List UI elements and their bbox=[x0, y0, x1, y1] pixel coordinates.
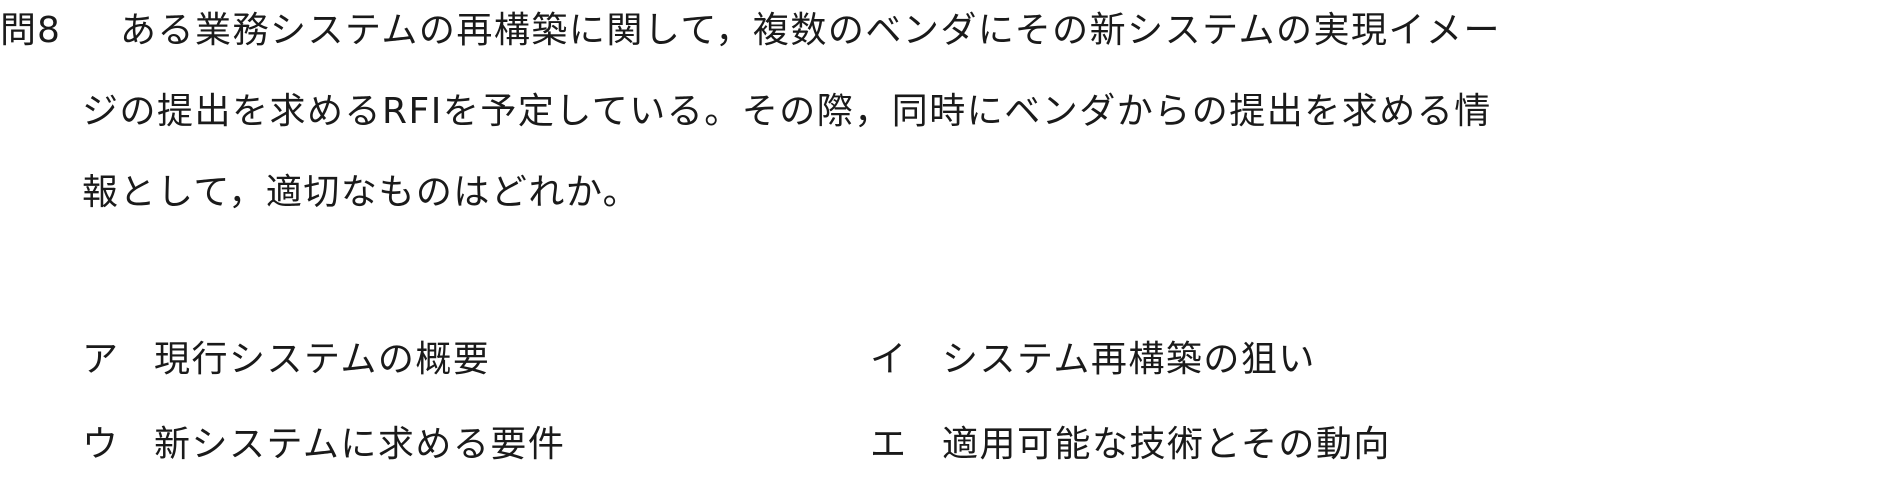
answer-choice-i[interactable]: イシステム再構築の狙い bbox=[870, 335, 1316, 385]
question-number: 問8 bbox=[0, 10, 61, 51]
answer-choice-u[interactable]: ウ新システムに求める要件 bbox=[82, 420, 565, 470]
choice-text-e: 適用可能な技術とその動向 bbox=[942, 424, 1391, 465]
choice-mark-a: ア bbox=[82, 339, 119, 380]
answer-choice-e[interactable]: エ適用可能な技術とその動向 bbox=[870, 420, 1391, 470]
answer-choice-a[interactable]: ア現行システムの概要 bbox=[82, 335, 490, 385]
choice-mark-u: ウ bbox=[82, 424, 119, 465]
question-text-line-1: ある業務システムの再構築に関して，複数のベンダにその新システムの実現イメー bbox=[120, 10, 1502, 51]
choice-text-i: システム再構築の狙い bbox=[942, 339, 1316, 380]
choice-text-u: 新システムに求める要件 bbox=[154, 424, 566, 465]
choice-mark-i: イ bbox=[870, 339, 907, 380]
choice-mark-e: エ bbox=[870, 424, 907, 465]
choice-text-a: 現行システムの概要 bbox=[154, 339, 491, 380]
question-text-line-2: ジの提出を求めるRFIを予定している。その際，同時にベンダからの提出を求める情 bbox=[82, 91, 1492, 132]
exam-question-page: 問8 ある業務システムの再構築に関して，複数のベンダにその新システムの実現イメー… bbox=[0, 0, 1896, 486]
question-text-line-3: 報として，適切なものはどれか。 bbox=[82, 172, 641, 213]
